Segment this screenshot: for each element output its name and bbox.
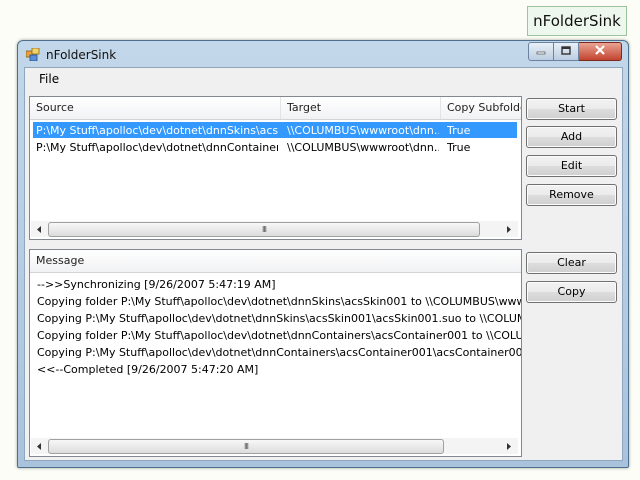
app-icon xyxy=(25,47,40,62)
add-button[interactable]: Add xyxy=(526,126,617,148)
scroll-thumb[interactable]: III xyxy=(48,222,480,237)
column-target[interactable]: Target xyxy=(281,97,441,119)
sync-row[interactable]: P:\My Stuff\apolloc\dev\dotnet\dnnSkins\… xyxy=(33,122,517,138)
scroll-right-button[interactable] xyxy=(501,438,517,454)
menu-bar: File xyxy=(25,68,622,90)
scroll-right-icon xyxy=(506,440,512,453)
scroll-right-icon xyxy=(506,223,512,236)
scroll-grip: III xyxy=(261,225,267,234)
sync-list-hscrollbar[interactable]: III xyxy=(31,221,518,237)
message-line: Copying P:\My Stuff\apolloc\dev\dotnet\d… xyxy=(37,346,522,359)
row-target: \\COLUMBUS\wwwroot\dnn... xyxy=(287,141,439,154)
column-copy-subfolders[interactable]: Copy Subfolde xyxy=(441,97,521,119)
message-line: -->>Synchronizing [9/26/2007 5:47:19 AM] xyxy=(37,278,276,291)
sync-list[interactable]: Source Target Copy Subfolde P:\My Stuff\… xyxy=(29,96,522,240)
title-bar[interactable]: nFolderSink xyxy=(18,41,628,67)
scroll-grip: III xyxy=(243,442,249,451)
copy-button[interactable]: Copy xyxy=(526,281,617,303)
row-source: P:\My Stuff\apolloc\dev\dotnet\dnnSkins\… xyxy=(36,124,278,137)
message-list-hscrollbar[interactable]: III xyxy=(31,438,518,454)
scroll-left-button[interactable] xyxy=(31,221,47,237)
scroll-right-button[interactable] xyxy=(501,221,517,237)
menu-file[interactable]: File xyxy=(33,72,65,86)
caption-buttons xyxy=(528,42,622,61)
overlay-caption: nFolderSink xyxy=(527,6,627,36)
close-icon xyxy=(594,45,606,58)
scroll-left-button[interactable] xyxy=(31,438,47,454)
message-list-header: Message xyxy=(30,250,521,273)
message-line: <<--Completed [9/26/2007 5:47:20 AM] xyxy=(37,363,259,376)
row-source: P:\My Stuff\apolloc\dev\dotnet\dnnContai… xyxy=(36,141,278,154)
start-button[interactable]: Start xyxy=(526,98,617,120)
scroll-thumb[interactable]: III xyxy=(48,439,444,454)
row-target: \\COLUMBUS\wwwroot\dnn... xyxy=(287,124,439,137)
maximize-icon xyxy=(561,45,571,58)
message-line: Copying folder P:\My Stuff\apolloc\dev\d… xyxy=(37,295,522,308)
minimize-button[interactable] xyxy=(528,42,554,61)
edit-button[interactable]: Edit xyxy=(526,155,617,177)
maximize-button[interactable] xyxy=(554,42,579,61)
column-source[interactable]: Source xyxy=(30,97,281,119)
close-button[interactable] xyxy=(579,42,622,61)
row-copy-subfolders: True xyxy=(447,124,471,137)
message-list[interactable]: Message -->>Synchronizing [9/26/2007 5:4… xyxy=(29,249,522,457)
column-message[interactable]: Message xyxy=(30,250,520,272)
window-title: nFolderSink xyxy=(46,48,117,62)
scroll-left-icon xyxy=(36,440,42,453)
client-area: File Source Target Copy Subfolde P:\My S… xyxy=(24,67,623,461)
remove-button[interactable]: Remove xyxy=(526,184,617,206)
message-line: Copying folder P:\My Stuff\apolloc\dev\d… xyxy=(37,329,522,342)
scroll-left-icon xyxy=(36,223,42,236)
row-copy-subfolders: True xyxy=(447,141,471,154)
minimize-icon xyxy=(536,45,546,58)
sync-row[interactable]: P:\My Stuff\apolloc\dev\dotnet\dnnContai… xyxy=(33,139,517,155)
sync-list-header: Source Target Copy Subfolde xyxy=(30,97,521,120)
clear-button[interactable]: Clear xyxy=(526,252,617,274)
message-line: Copying P:\My Stuff\apolloc\dev\dotnet\d… xyxy=(37,312,522,325)
main-window: nFolderSink File Source Target Copy Subf… xyxy=(17,40,629,468)
